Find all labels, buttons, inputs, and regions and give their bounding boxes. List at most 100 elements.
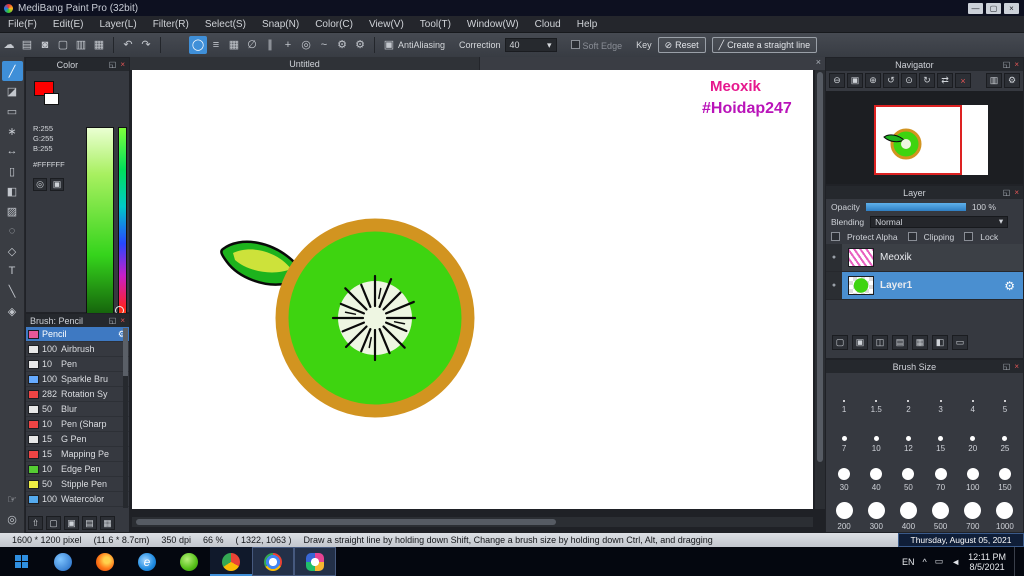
maximize-button[interactable]: ▢	[986, 2, 1001, 14]
zoom-out-icon[interactable]: ⊖	[829, 73, 845, 88]
snap-parallel-icon[interactable]: ∥	[261, 36, 279, 54]
layer-row-meoxik[interactable]: ● Meoxik	[826, 244, 1023, 272]
brush-size-option[interactable]: 5	[989, 377, 1021, 416]
brush-size-option[interactable]: 3	[925, 377, 957, 416]
brush-size-option[interactable]: 500	[925, 494, 957, 533]
delete-layer-icon[interactable]: ▭	[952, 335, 968, 350]
close-panel-icon[interactable]: ×	[120, 60, 125, 69]
brush-item[interactable]: 15 G Pen	[26, 432, 129, 447]
brush-size-option[interactable]: 1.5	[860, 377, 892, 416]
menu-layer[interactable]: Layer(L)	[91, 19, 144, 30]
move-tool[interactable]: ↔	[2, 141, 23, 161]
line-set-icon[interactable]: ≡	[207, 36, 225, 54]
lasso-tool[interactable]: ◌	[2, 221, 23, 241]
close-panel-icon[interactable]: ×	[1014, 362, 1019, 371]
duplicate-brush-icon[interactable]: ▣	[64, 516, 79, 530]
snap-off-icon[interactable]: ∅	[243, 36, 261, 54]
brush-item-selected[interactable]: Pencil ⚙	[26, 327, 129, 342]
snap-radial-icon[interactable]: ◎	[297, 36, 315, 54]
layer-visibility-icon[interactable]: ●	[826, 272, 842, 299]
menu-select[interactable]: Select(S)	[197, 19, 254, 30]
brush-size-option[interactable]: 300	[860, 494, 892, 533]
brush-folder-icon[interactable]: ▤	[82, 516, 97, 530]
rotate-cw-icon[interactable]: ↻	[919, 73, 935, 88]
save-icon[interactable]: ▤	[18, 36, 36, 54]
magic-wand-tool[interactable]: ∗	[2, 121, 23, 141]
minimize-button[interactable]: —	[968, 2, 983, 14]
snap-curve-icon[interactable]: ~	[315, 36, 333, 54]
undo-icon[interactable]: ↶	[119, 36, 137, 54]
taskbar-clock[interactable]: 12:11 PM 8/5/2021	[968, 552, 1006, 572]
tray-expand-icon[interactable]: ^	[922, 557, 926, 567]
brush-size-option[interactable]: 70	[925, 455, 957, 494]
menu-color[interactable]: Color(C)	[307, 19, 361, 30]
brush-size-option[interactable]: 700	[957, 494, 989, 533]
brush-list-scrollbar[interactable]	[123, 328, 128, 508]
menu-file[interactable]: File(F)	[0, 19, 45, 30]
create-straight-line-button[interactable]: ╱ Create a straight line	[711, 37, 818, 53]
snap-cross-icon[interactable]: +	[279, 36, 297, 54]
vertical-scrollbar[interactable]	[815, 70, 825, 509]
document-icon[interactable]: ▢	[54, 36, 72, 54]
volume-icon[interactable]: ◄	[951, 557, 960, 567]
palette-swap-icon[interactable]: ▣	[50, 178, 64, 191]
grid-icon[interactable]: ▦	[90, 36, 108, 54]
shape-fill-tool[interactable]: ▯	[2, 161, 23, 181]
gradient-tool[interactable]: ▨	[2, 201, 23, 221]
eyedropper-tool[interactable]: ╲	[2, 281, 23, 301]
menu-window[interactable]: Window(W)	[459, 19, 527, 30]
brush-size-option[interactable]: 150	[989, 455, 1021, 494]
snap-settings-icon[interactable]: ⚙	[333, 36, 351, 54]
brush-size-option[interactable]: 7	[828, 416, 860, 455]
lock-checkbox[interactable]	[964, 232, 974, 241]
chrome-active-icon[interactable]	[252, 547, 294, 576]
brush-size-option[interactable]: 2	[892, 377, 924, 416]
close-button[interactable]: ×	[1004, 2, 1019, 14]
correction-dropdown[interactable]: 40 ▾	[504, 38, 557, 52]
brush-size-option[interactable]: 100	[957, 455, 989, 494]
popout-icon[interactable]: ◱	[1003, 60, 1011, 69]
menu-filter[interactable]: Filter(R)	[145, 19, 197, 30]
brush-mode-icon[interactable]: ◯	[189, 36, 207, 54]
rotate-reset-icon[interactable]: ⊙	[901, 73, 917, 88]
reset-view-icon[interactable]: ×	[955, 73, 971, 88]
brush-size-option[interactable]: 200	[828, 494, 860, 533]
color-wheel-icon[interactable]: ◎	[33, 178, 47, 191]
zoom-tool[interactable]: ◎	[2, 509, 23, 529]
brush-move-up-icon[interactable]: ⇧	[28, 516, 43, 530]
pen-tool[interactable]: ╱	[1, 61, 23, 81]
menu-view[interactable]: View(V)	[361, 19, 412, 30]
brush-size-option[interactable]: 4	[957, 377, 989, 416]
nav-settings-icon[interactable]: ⚙	[1004, 73, 1020, 88]
nav-pages-icon[interactable]: ▥	[986, 73, 1002, 88]
brush-item[interactable]: 100 Watercolor	[26, 492, 129, 507]
brush-size-option[interactable]: 12	[892, 416, 924, 455]
antialias-icon[interactable]: ▣	[380, 36, 398, 54]
rotate-ccw-icon[interactable]: ↺	[883, 73, 899, 88]
brush-item[interactable]: 10 Pen (Sharp	[26, 417, 129, 432]
brush-item[interactable]: 100 Airbrush	[26, 342, 129, 357]
menu-snap[interactable]: Snap(N)	[254, 19, 307, 30]
internet-explorer-icon[interactable]: e	[126, 547, 168, 576]
background-color-swatch[interactable]	[44, 93, 59, 105]
brush-size-option[interactable]: 400	[892, 494, 924, 533]
language-indicator[interactable]: EN	[902, 557, 915, 567]
popout-icon[interactable]: ◱	[109, 316, 117, 325]
divide-tool[interactable]: ◈	[2, 301, 23, 321]
merge-layer-icon[interactable]: ▦	[912, 335, 928, 350]
brush-item[interactable]: 15 Mapping Pe	[26, 447, 129, 462]
redo-icon[interactable]: ↷	[137, 36, 155, 54]
bucket-tool[interactable]: ◧	[2, 181, 23, 201]
layer-visibility-icon[interactable]: ●	[826, 244, 842, 271]
shape-tool[interactable]: ◇	[2, 241, 23, 261]
blending-dropdown[interactable]: Normal ▾	[870, 215, 1009, 228]
menu-help[interactable]: Help	[569, 19, 606, 30]
edge-icon[interactable]	[42, 547, 84, 576]
select-rect-tool[interactable]: ▭	[2, 101, 23, 121]
brush-item[interactable]: 50 Stipple Pen	[26, 477, 129, 492]
tool-settings-icon[interactable]: ⚙	[351, 36, 369, 54]
tab-untitled[interactable]: Untitled	[130, 57, 480, 70]
move-layer-icon[interactable]: ◫	[872, 335, 888, 350]
brush-size-option[interactable]: 40	[860, 455, 892, 494]
chat-icon[interactable]: ◙	[36, 36, 54, 54]
